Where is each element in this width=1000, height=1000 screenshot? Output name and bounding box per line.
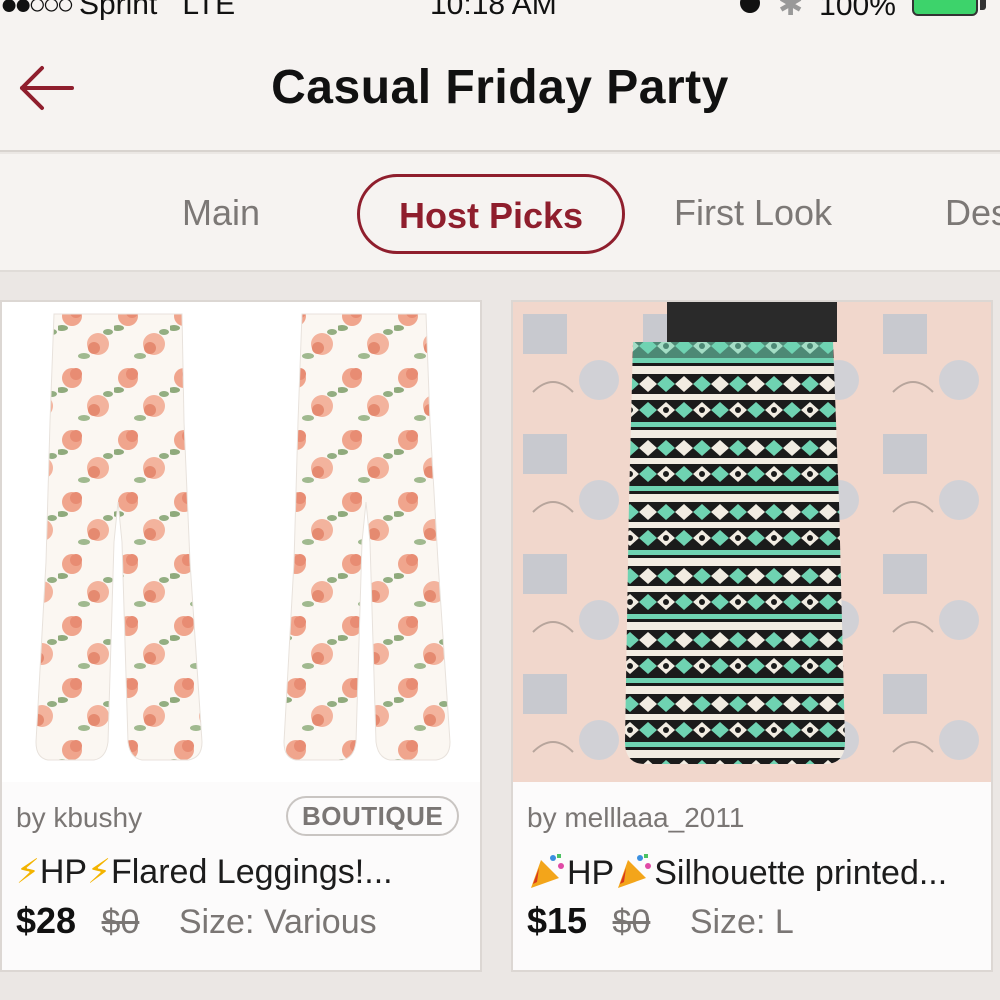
listing-title-prefix: HP bbox=[567, 854, 615, 892]
tab-main[interactable]: Main bbox=[182, 174, 260, 254]
listing-price: $28 bbox=[16, 900, 77, 941]
battery-icon bbox=[912, 0, 978, 16]
listing-title-text: Flared Leggings!... bbox=[110, 853, 393, 891]
carrier-name: Sprint bbox=[78, 0, 158, 21]
flared-leggings-image bbox=[2, 302, 480, 782]
status-bar: ●●○○○ Sprint LTE 10:18 AM ✱ 100% bbox=[0, 0, 1000, 28]
listing-price: $15 bbox=[527, 900, 588, 941]
party-header: Casual Friday Party bbox=[0, 28, 1000, 152]
listing-card[interactable]: by kbushy BOUTIQUE ⚡HP⚡Flared Leggings!.… bbox=[0, 300, 482, 972]
lightning-bolt-icon: ⚡ bbox=[87, 853, 111, 891]
network-type: LTE bbox=[182, 0, 236, 21]
listing-info: by melllaaa_2011 HP Silhouette printed..… bbox=[513, 782, 991, 970]
listing-info: by kbushy BOUTIQUE ⚡HP⚡Flared Leggings!.… bbox=[2, 782, 480, 970]
listing-title-prefix: HP bbox=[39, 853, 88, 891]
status-right: ✱ 100% bbox=[740, 0, 896, 23]
tab-host-picks[interactable]: Host Picks bbox=[357, 174, 625, 254]
listing-card[interactable]: by melllaaa_2011 HP Silhouette printed..… bbox=[511, 300, 993, 972]
listing-title: HP Silhouette printed... bbox=[527, 852, 977, 893]
carrier-signal: ●●○○○ Sprint LTE bbox=[0, 0, 235, 22]
seller-name[interactable]: by melllaaa_2011 bbox=[527, 802, 744, 834]
listing-size: Size: Various bbox=[178, 903, 377, 941]
boutique-badge: BOUTIQUE bbox=[286, 796, 460, 836]
listing-size: Size: L bbox=[689, 903, 794, 941]
signal-strength-icon: ●●○○○ bbox=[0, 0, 75, 21]
seller-name[interactable]: by kbushy bbox=[16, 802, 142, 834]
listing-title-text: Silhouette printed... bbox=[654, 854, 948, 892]
alarm-icon bbox=[740, 0, 760, 14]
tab-first-look[interactable]: First Look bbox=[674, 174, 832, 254]
battery-percent: 100% bbox=[819, 0, 896, 22]
status-time: 10:18 AM bbox=[430, 0, 557, 21]
lightning-bolt-icon: ⚡ bbox=[16, 853, 40, 891]
listing-photo-printed-skirt[interactable] bbox=[513, 302, 991, 782]
listing-photo-flared-leggings[interactable] bbox=[2, 302, 480, 782]
listing-title: ⚡HP⚡Flared Leggings!... bbox=[16, 852, 466, 892]
original-price: $0 bbox=[612, 903, 651, 941]
party-popper-icon bbox=[531, 854, 564, 888]
price-row: $28 $0 Size: Various bbox=[16, 900, 377, 942]
tab-des[interactable]: Des bbox=[945, 174, 1000, 254]
battery-tip bbox=[980, 0, 986, 10]
party-popper-icon bbox=[618, 854, 652, 888]
bluetooth-icon: ✱ bbox=[778, 0, 804, 22]
page-title: Casual Friday Party bbox=[271, 61, 729, 114]
original-price: $0 bbox=[101, 903, 140, 941]
party-tabs: Main Host Picks First Look Des bbox=[0, 154, 1000, 272]
price-row: $15 $0 Size: L bbox=[527, 900, 794, 942]
printed-skirt-image bbox=[513, 302, 991, 782]
